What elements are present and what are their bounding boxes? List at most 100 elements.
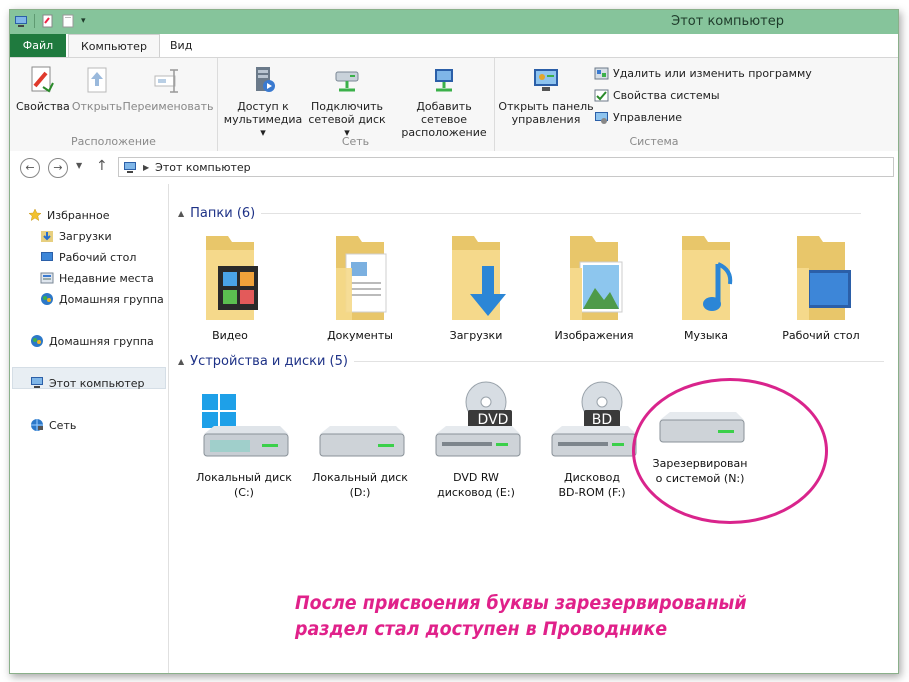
control-panel-button[interactable]: Открыть панель управления <box>498 64 594 126</box>
folder-downloads[interactable]: Загрузки <box>436 228 516 343</box>
nav-favorites[interactable]: Избранное <box>28 208 109 222</box>
new-folder-icon[interactable] <box>61 14 75 28</box>
header-divider <box>353 361 884 362</box>
network-location-icon <box>435 69 453 92</box>
folder-pictures-label: Изображения <box>554 329 634 342</box>
open-button[interactable]: Открыть <box>70 64 124 113</box>
rename-button[interactable]: Переименовать <box>122 64 214 113</box>
group-network: Доступ к мультимедиа ▾ Подключить сетево… <box>217 58 495 151</box>
system-properties-button[interactable]: Свойства системы <box>594 88 720 103</box>
folder-documents[interactable]: Документы <box>320 228 400 343</box>
bd-badge: BD <box>591 412 613 428</box>
add-network-label-1: Добавить сетевое <box>416 100 472 126</box>
tab-file[interactable]: Файл <box>10 34 66 58</box>
nav-homegroup[interactable]: Домашняя группа <box>30 334 154 348</box>
folder-video-label: Видео <box>212 329 248 342</box>
tab-view[interactable]: Вид <box>158 34 204 58</box>
devices-section-header[interactable]: ▲ Устройства и диски (5) <box>178 354 884 369</box>
nav-homegroup-favorite[interactable]: Домашняя группа <box>40 292 164 306</box>
drive-f-bd[interactable]: BD Дисковод BD-ROM (F:) <box>544 380 640 500</box>
address-box[interactable]: ▶ Этот компьютер <box>118 157 894 177</box>
collapse-chevron-icon[interactable]: ▲ <box>178 209 184 218</box>
manage-label: Управление <box>613 111 683 124</box>
folder-video[interactable]: Видео <box>190 228 270 343</box>
computer-icon <box>31 377 43 388</box>
nav-downloads-label: Загрузки <box>59 229 112 243</box>
recent-locations-dropdown-icon[interactable]: ▼ <box>76 161 82 170</box>
nav-recent-label: Недавние места <box>59 271 154 285</box>
title-bar: ▾ Этот компьютер <box>10 10 898 34</box>
recent-places-icon <box>40 272 54 284</box>
breadcrumb-separator-icon[interactable]: ▶ <box>143 163 149 172</box>
video-folder-icon <box>206 236 258 320</box>
up-arrow-icon[interactable]: ↑ <box>96 158 108 174</box>
back-button[interactable]: ← <box>20 158 40 178</box>
properties-icon <box>31 66 54 93</box>
drive-f-label-2: BD-ROM (F:) <box>558 486 626 499</box>
map-drive-button[interactable]: Подключить сетевой диск ▾ <box>307 64 387 139</box>
open-label: Открыть <box>71 100 123 113</box>
drive-e-dvd[interactable]: DVD DVD RW дисковод (E:) <box>428 380 524 500</box>
explorer-window: ▾ Этот компьютер Файл Компьютер Вид Свой… <box>9 9 899 674</box>
homegroup-icon <box>31 335 43 347</box>
add-network-location-button[interactable]: Добавить сетевое расположение <box>395 64 493 139</box>
manage-button[interactable]: Управление <box>594 110 682 125</box>
forward-button[interactable]: → <box>48 158 68 178</box>
media-access-label-1: Доступ к <box>237 100 289 113</box>
customize-toolbar-icon[interactable]: ▾ <box>81 16 86 26</box>
group-location: Свойства Открыть Переименовать Расположе… <box>10 58 218 151</box>
nav-downloads[interactable]: Загрузки <box>40 229 112 243</box>
pictures-folder-icon <box>570 236 623 320</box>
nav-network[interactable]: Сеть <box>30 418 76 432</box>
nav-this-pc[interactable]: Этот компьютер <box>30 376 145 390</box>
breadcrumb-this-pc[interactable]: Этот компьютер <box>155 161 251 174</box>
nav-desktop[interactable]: Рабочий стол <box>40 250 136 264</box>
media-access-button[interactable]: Доступ к мультимедиа ▾ <box>223 64 303 139</box>
rename-icon <box>154 69 178 93</box>
star-icon <box>28 208 42 222</box>
system-drive-icon <box>202 394 289 457</box>
drive-d[interactable]: Локальный диск (D:) <box>312 390 408 500</box>
desktop-folder-icon <box>797 236 851 320</box>
downloads-icon <box>41 231 53 242</box>
properties-icon[interactable] <box>41 14 55 28</box>
music-folder-icon <box>682 236 733 320</box>
nav-this-pc-label: Этот компьютер <box>49 376 145 390</box>
uninstall-label: Удалить или изменить программу <box>613 67 812 80</box>
forward-arrow-icon: → <box>53 161 63 174</box>
drive-f-label-1: Дисковод <box>564 471 620 484</box>
folder-music[interactable]: Музыка <box>666 228 746 343</box>
control-panel-label-2: управления <box>511 113 581 126</box>
collapse-chevron-icon[interactable]: ▲ <box>178 357 184 366</box>
group-system-name: Система <box>629 135 679 148</box>
system-properties-label: Свойства системы <box>613 89 720 102</box>
ribbon-tabs: Файл Компьютер Вид <box>10 34 898 59</box>
downloads-folder-icon <box>452 236 506 320</box>
nav-recent[interactable]: Недавние места <box>40 271 154 285</box>
group-system: Открыть панель управления Удалить или из… <box>494 58 814 151</box>
address-bar-row: ← → ▼ ↑ ▶ Этот компьютер <box>10 151 898 183</box>
properties-button[interactable]: Свойства <box>16 64 70 113</box>
uninstall-button[interactable]: Удалить или изменить программу <box>594 66 812 81</box>
network-icon <box>31 419 43 431</box>
media-server-icon <box>256 67 275 92</box>
annotation-text: После присвоения буквы зарезервированый … <box>295 590 747 642</box>
control-panel-icon <box>534 69 558 91</box>
drive-d-label-2: (D:) <box>349 486 371 499</box>
nav-network-label: Сеть <box>49 418 77 432</box>
window-title: Этот компьютер <box>671 14 784 29</box>
folders-header-label: Папки (6) <box>190 206 256 221</box>
folder-desktop[interactable]: Рабочий стол <box>778 228 864 343</box>
system-properties-icon <box>594 89 609 102</box>
tab-computer[interactable]: Компьютер <box>68 34 160 59</box>
drive-c[interactable]: Локальный диск (C:) <box>196 390 292 500</box>
network-drive-icon <box>335 71 359 92</box>
nav-homegroup-favorite-label: Домашняя группа <box>59 292 164 306</box>
computer-icon[interactable] <box>14 14 28 28</box>
computer-icon <box>124 161 136 173</box>
folder-pictures[interactable]: Изображения <box>546 228 642 343</box>
nav-homegroup-label: Домашняя группа <box>49 334 154 348</box>
folders-section-header[interactable]: ▲ Папки (6) <box>178 206 862 221</box>
devices-header-label: Устройства и диски (5) <box>190 354 348 369</box>
nav-desktop-label: Рабочий стол <box>59 250 137 264</box>
